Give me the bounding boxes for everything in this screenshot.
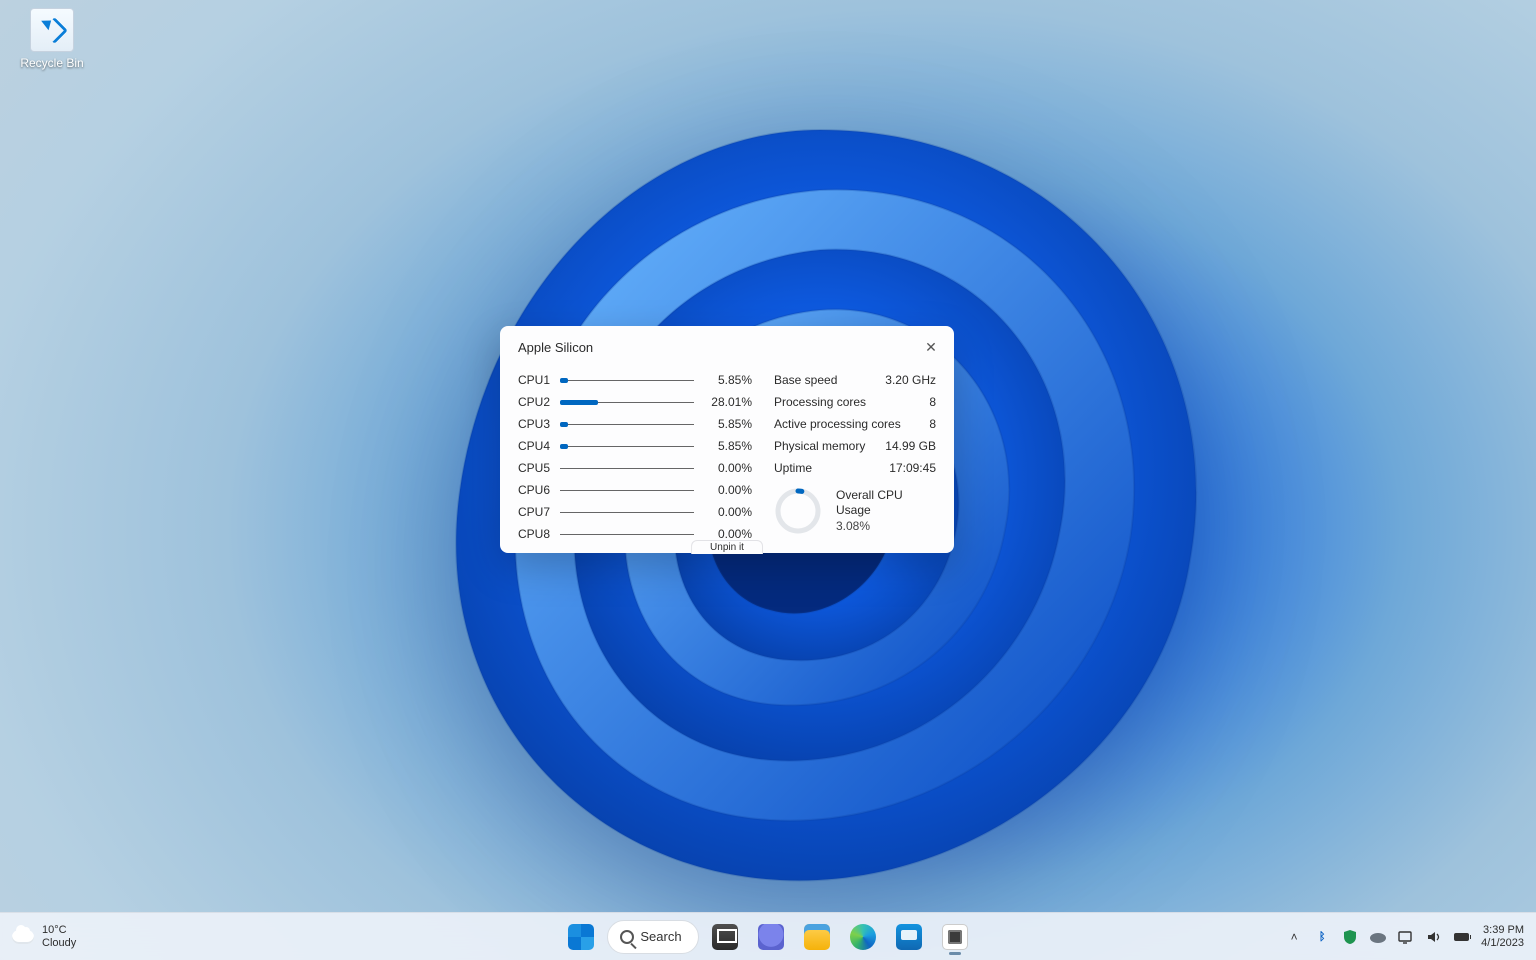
- info-value: 14.99 GB: [885, 439, 936, 453]
- windows-logo-icon: [568, 924, 594, 950]
- taskbar: 10°C Cloudy Search ˄ ᛒ: [0, 912, 1536, 960]
- taskbar-center: Search: [561, 917, 974, 957]
- overall-usage-donut-icon: [774, 487, 822, 535]
- cpu-chip-icon: [942, 924, 968, 950]
- clock-time: 3:39 PM: [1481, 924, 1524, 937]
- chevron-up-icon[interactable]: ˄: [1285, 928, 1303, 946]
- cpu-percent: 0.00%: [702, 505, 752, 519]
- info-label: Base speed: [774, 373, 837, 387]
- cpu-core-list: CPU15.85%CPU228.01%CPU35.85%CPU45.85%CPU…: [518, 369, 752, 545]
- desktop[interactable]: Recycle Bin ✕ Apple Silicon CPU15.85%CPU…: [0, 0, 1536, 960]
- folder-icon: [804, 924, 830, 950]
- info-row: Uptime 17:09:45: [774, 457, 936, 479]
- edge-button[interactable]: [843, 917, 883, 957]
- cpu-percent: 5.85%: [702, 373, 752, 387]
- bluetooth-icon[interactable]: ᛒ: [1313, 928, 1331, 946]
- recycle-bin-icon: [30, 8, 74, 52]
- cpu-label: CPU6: [518, 483, 558, 497]
- cpu-bar: [560, 380, 694, 381]
- cpu-label: CPU1: [518, 373, 558, 387]
- recycle-bin[interactable]: Recycle Bin: [14, 6, 90, 70]
- onedrive-icon[interactable]: [1369, 928, 1387, 946]
- cpu-label: CPU3: [518, 417, 558, 431]
- recycle-bin-label: Recycle Bin: [14, 56, 90, 70]
- start-button[interactable]: [561, 917, 601, 957]
- battery-icon[interactable]: [1453, 928, 1471, 946]
- unpin-button[interactable]: Unpin it: [691, 540, 763, 554]
- cpu-monitor-app-button[interactable]: [935, 917, 975, 957]
- cpu-row: CPU2 28.01%: [518, 391, 752, 413]
- cpu-label: CPU2: [518, 395, 558, 409]
- info-label: Uptime: [774, 461, 812, 475]
- file-explorer-button[interactable]: [797, 917, 837, 957]
- cpu-percent: 0.00%: [702, 483, 752, 497]
- clock[interactable]: 3:39 PM 4/1/2023: [1481, 924, 1524, 949]
- cpu-label: CPU7: [518, 505, 558, 519]
- cpu-bar: [560, 424, 694, 425]
- cpu-label: CPU8: [518, 527, 558, 541]
- weather-desc: Cloudy: [42, 937, 76, 950]
- search-box[interactable]: Search: [607, 920, 698, 954]
- cpu-percent: 5.85%: [702, 439, 752, 453]
- store-icon: [896, 924, 922, 950]
- info-label: Active processing cores: [774, 417, 901, 431]
- search-label: Search: [640, 929, 681, 944]
- search-icon: [620, 930, 634, 944]
- edge-icon: [850, 924, 876, 950]
- info-row: Active processing cores 8: [774, 413, 936, 435]
- cpu-row: CPU1 5.85%: [518, 369, 752, 391]
- task-view-icon: [712, 924, 738, 950]
- system-info-list: Base speed3.20 GHzProcessing cores8Activ…: [774, 369, 936, 545]
- task-view-button[interactable]: [705, 917, 745, 957]
- info-value: 3.20 GHz: [885, 373, 936, 387]
- cpu-bar: [560, 446, 694, 447]
- cpu-percent: 0.00%: [702, 461, 752, 475]
- info-value: 17:09:45: [889, 461, 936, 475]
- cpu-label: CPU5: [518, 461, 558, 475]
- clock-date: 4/1/2023: [1481, 937, 1524, 950]
- weather-temp: 10°C: [42, 924, 76, 937]
- weather-widget[interactable]: 10°C Cloudy: [12, 924, 76, 949]
- cpu-row: CPU7 0.00%: [518, 501, 752, 523]
- cpu-bar: [560, 534, 694, 535]
- cpu-bar: [560, 402, 694, 403]
- overall-usage-value: 3.08%: [836, 519, 936, 535]
- system-tray[interactable]: ˄ ᛒ: [1285, 928, 1471, 946]
- info-row: Base speed 3.20 GHz: [774, 369, 936, 391]
- info-row: Physical memory 14.99 GB: [774, 435, 936, 457]
- info-row: Processing cores 8: [774, 391, 936, 413]
- close-button[interactable]: ✕: [918, 334, 944, 360]
- weather-cloud-icon: [12, 930, 34, 944]
- chat-button[interactable]: [751, 917, 791, 957]
- cpu-row: CPU5 0.00%: [518, 457, 752, 479]
- cpu-bar: [560, 490, 694, 491]
- cpu-bar: [560, 512, 694, 513]
- info-value: 8: [929, 417, 936, 431]
- cpu-row: CPU6 0.00%: [518, 479, 752, 501]
- cpu-percent: 0.00%: [702, 527, 752, 541]
- store-button[interactable]: [889, 917, 929, 957]
- cpu-bar: [560, 468, 694, 469]
- cpu-percent: 5.85%: [702, 417, 752, 431]
- cpu-monitor-popup: ✕ Apple Silicon CPU1 5.85% CPU2 28.01% CPU3 5…: [500, 326, 954, 553]
- cpu-row: CPU3 5.85%: [518, 413, 752, 435]
- cpu-row: CPU4 5.85%: [518, 435, 752, 457]
- network-icon[interactable]: [1397, 928, 1415, 946]
- overall-cpu-usage: Overall CPU Usage 3.08%: [774, 487, 936, 535]
- cpu-percent: 28.01%: [702, 395, 752, 409]
- taskbar-right: ˄ ᛒ 3:39 PM 4/1/2: [1285, 924, 1524, 949]
- security-icon[interactable]: [1341, 928, 1359, 946]
- cpu-label: CPU4: [518, 439, 558, 453]
- info-label: Processing cores: [774, 395, 866, 409]
- chat-icon: [758, 924, 784, 950]
- overall-usage-label: Overall CPU Usage: [836, 488, 936, 519]
- info-value: 8: [929, 395, 936, 409]
- close-icon: ✕: [925, 339, 937, 356]
- volume-icon[interactable]: [1425, 928, 1443, 946]
- info-label: Physical memory: [774, 439, 865, 453]
- popup-title: Apple Silicon: [518, 340, 936, 355]
